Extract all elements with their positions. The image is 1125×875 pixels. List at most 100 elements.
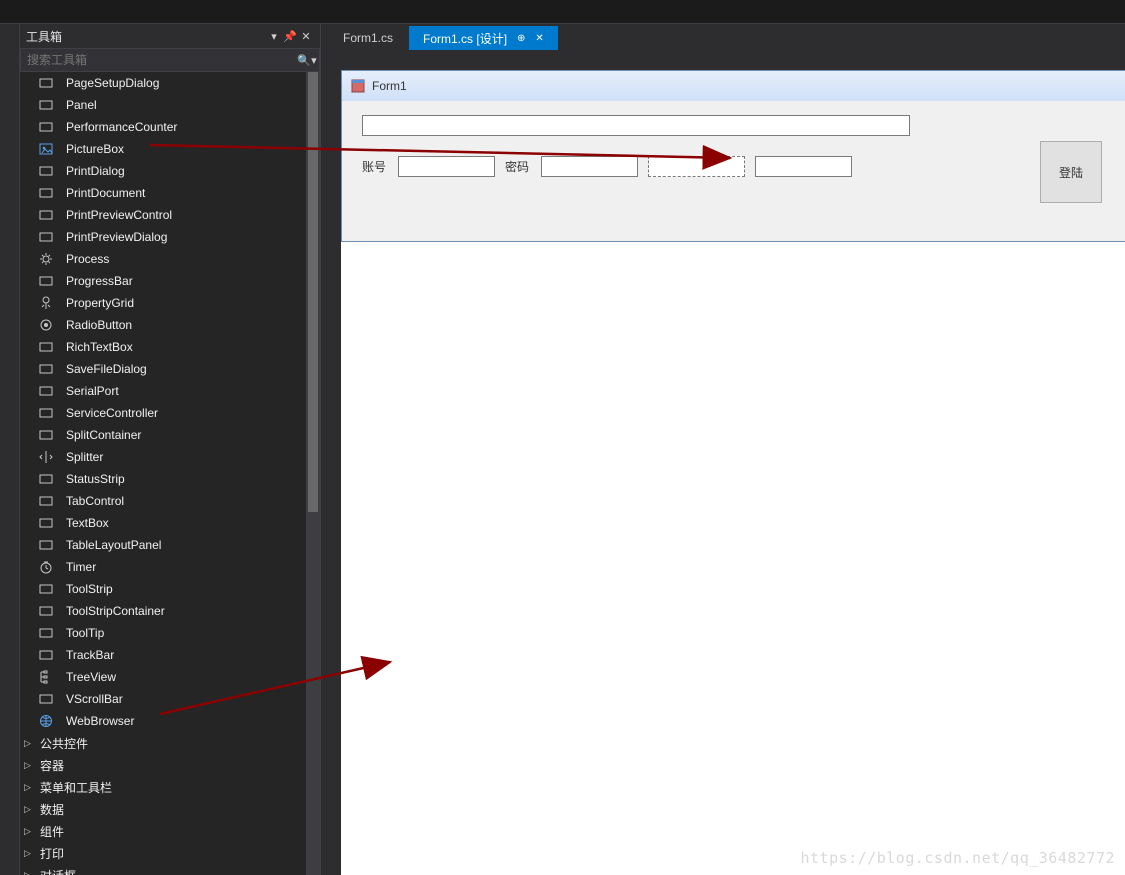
toolbox-item-label: Timer xyxy=(66,556,96,578)
toolbox-item-progressbar[interactable]: ProgressBar xyxy=(20,270,320,292)
toolbox-category[interactable]: ▷打印 xyxy=(20,842,320,864)
chevron-right-icon: ▷ xyxy=(24,760,36,771)
textbox-extra[interactable] xyxy=(755,156,852,177)
tab-form-cs[interactable]: Form1.cs xyxy=(329,26,407,50)
tab-close-icon[interactable]: ✕ xyxy=(535,33,543,44)
toolbox-item-label: SerialPort xyxy=(66,380,119,402)
toolbox-item-tabcontrol[interactable]: TabControl xyxy=(20,490,320,512)
chevron-right-icon: ▷ xyxy=(24,826,36,837)
toolbox-category[interactable]: ▷公共控件 xyxy=(20,732,320,754)
toolbox-item-tablelayoutpanel[interactable]: TableLayoutPanel xyxy=(20,534,320,556)
toolbox-list: PageSetupDialogPanelPerformanceCounterPi… xyxy=(20,72,320,875)
chevron-right-icon: ▷ xyxy=(24,782,36,793)
toolbox-item-radiobutton[interactable]: RadioButton xyxy=(20,314,320,336)
toolbox-item-splitcontainer[interactable]: SplitContainer xyxy=(20,424,320,446)
pin-icon[interactable]: 📌 xyxy=(282,30,298,43)
printpreviewcontrol-icon xyxy=(36,207,56,223)
textbox-top[interactable] xyxy=(362,115,910,136)
toolbox-category[interactable]: ▷对话框 xyxy=(20,864,320,875)
treeview-icon xyxy=(36,669,56,685)
webbrowser-placeholder[interactable] xyxy=(341,302,1125,875)
search-icon[interactable]: 🔍▾ xyxy=(295,54,319,67)
tab-form-design[interactable]: Form1.cs [设计] ⊕ ✕ xyxy=(409,26,558,50)
toolbox-panel: 工具箱 ▾ 📌 ✕ 🔍▾ PageSetupDialogPanelPerform… xyxy=(20,24,321,875)
toolbox-item-panel[interactable]: Panel xyxy=(20,94,320,116)
toolbox-item-printpreviewdialog[interactable]: PrintPreviewDialog xyxy=(20,226,320,248)
category-label: 组件 xyxy=(40,823,64,840)
toolbox-category[interactable]: ▷菜单和工具栏 xyxy=(20,776,320,798)
webbrowser-icon xyxy=(36,713,56,729)
toolstrip-icon xyxy=(36,581,56,597)
toolbox-item-webbrowser[interactable]: WebBrowser xyxy=(20,710,320,732)
toolbox-item-tooltip[interactable]: ToolTip xyxy=(20,622,320,644)
canvas-surface[interactable]: Form1 登陆 账号 密码 xyxy=(341,70,1125,875)
toolbox-item-label: PrintDialog xyxy=(66,160,125,182)
toolbox-item-picturebox[interactable]: PictureBox xyxy=(20,138,320,160)
toolbox-item-propertygrid[interactable]: PropertyGrid xyxy=(20,292,320,314)
toolbox-item-label: ToolStrip xyxy=(66,578,113,600)
toolbox-item-label: TreeView xyxy=(66,666,116,688)
toolbox-item-label: VScrollBar xyxy=(66,688,123,710)
radiobutton-icon xyxy=(36,317,56,333)
toolbox-item-printpreviewcontrol[interactable]: PrintPreviewControl xyxy=(20,204,320,226)
toolbox-item-trackbar[interactable]: TrackBar xyxy=(20,644,320,666)
toolbox-item-label: PrintDocument xyxy=(66,182,145,204)
dropdown-icon[interactable]: ▾ xyxy=(266,30,282,43)
login-button[interactable]: 登陆 xyxy=(1040,141,1102,203)
toolbox-category[interactable]: ▷ 组件 xyxy=(20,820,320,842)
tab-label: Form1.cs [设计] xyxy=(423,30,507,47)
toolbox-item-treeview[interactable]: TreeView xyxy=(20,666,320,688)
toolbox-item-label: RichTextBox xyxy=(66,336,133,358)
toolbox-item-pagesetupdialog[interactable]: PageSetupDialog xyxy=(20,72,320,94)
toolbox-item-label: SaveFileDialog xyxy=(66,358,147,380)
tab-pin-icon[interactable]: ⊕ xyxy=(517,33,525,44)
chevron-right-icon: ▷ xyxy=(24,738,36,749)
toolbox-item-label: ToolTip xyxy=(66,622,104,644)
toolbox-item-servicecontroller[interactable]: ServiceController xyxy=(20,402,320,424)
process-icon xyxy=(36,251,56,267)
toolbox-category[interactable]: ▷数据 xyxy=(20,798,320,820)
toolstripcontainer-icon xyxy=(36,603,56,619)
toolbox-search[interactable]: 🔍▾ xyxy=(20,48,320,72)
printdialog-icon xyxy=(36,163,56,179)
account-label: 账号 xyxy=(362,158,388,175)
toolbox-item-vscrollbar[interactable]: VScrollBar xyxy=(20,688,320,710)
toolbox-item-label: TabControl xyxy=(66,490,124,512)
chevron-right-icon: ▷ xyxy=(24,804,36,815)
statusstrip-icon xyxy=(36,471,56,487)
form-window[interactable]: Form1 登陆 账号 密码 xyxy=(341,70,1125,242)
search-input[interactable] xyxy=(21,53,295,67)
toolbox-item-serialport[interactable]: SerialPort xyxy=(20,380,320,402)
toolbox-item-timer[interactable]: Timer xyxy=(20,556,320,578)
tab-strip: Form1.cs Form1.cs [设计] ⊕ ✕ xyxy=(321,24,1125,50)
toolbox-item-process[interactable]: Process xyxy=(20,248,320,270)
toolbox-item-richtextbox[interactable]: RichTextBox xyxy=(20,336,320,358)
toolbox-item-textbox[interactable]: TextBox xyxy=(20,512,320,534)
serialport-icon xyxy=(36,383,56,399)
scrollbar-thumb[interactable] xyxy=(308,72,318,512)
progressbar-icon xyxy=(36,273,56,289)
form-title: Form1 xyxy=(372,79,407,93)
toolbox-category[interactable]: ▷容器 xyxy=(20,754,320,776)
toolbox-item-statusstrip[interactable]: StatusStrip xyxy=(20,468,320,490)
toolbox-item-label: RadioButton xyxy=(66,314,132,336)
toolbox-item-printdocument[interactable]: PrintDocument xyxy=(20,182,320,204)
richtextbox-icon xyxy=(36,339,56,355)
category-label: 打印 xyxy=(40,845,64,862)
toolbox-item-toolstrip[interactable]: ToolStrip xyxy=(20,578,320,600)
toolbox-item-label: ServiceController xyxy=(66,402,158,424)
toolbox-item-performancecounter[interactable]: PerformanceCounter xyxy=(20,116,320,138)
password-textbox[interactable] xyxy=(541,156,638,177)
textbox-selected[interactable] xyxy=(648,156,745,177)
toolbox-item-savefiledialog[interactable]: SaveFileDialog xyxy=(20,358,320,380)
toolbox-item-toolstripcontainer[interactable]: ToolStripContainer xyxy=(20,600,320,622)
textbox-icon xyxy=(36,515,56,531)
designer-canvas: Form1 登陆 账号 密码 xyxy=(321,50,1125,875)
toolbox-scrollbar[interactable] xyxy=(306,72,320,875)
toolbox-item-label: TextBox xyxy=(66,512,109,534)
toolbox-item-printdialog[interactable]: PrintDialog xyxy=(20,160,320,182)
toolbox-item-label: StatusStrip xyxy=(66,468,125,490)
close-icon[interactable]: ✕ xyxy=(298,30,314,43)
account-textbox[interactable] xyxy=(398,156,495,177)
toolbox-item-splitter[interactable]: Splitter xyxy=(20,446,320,468)
